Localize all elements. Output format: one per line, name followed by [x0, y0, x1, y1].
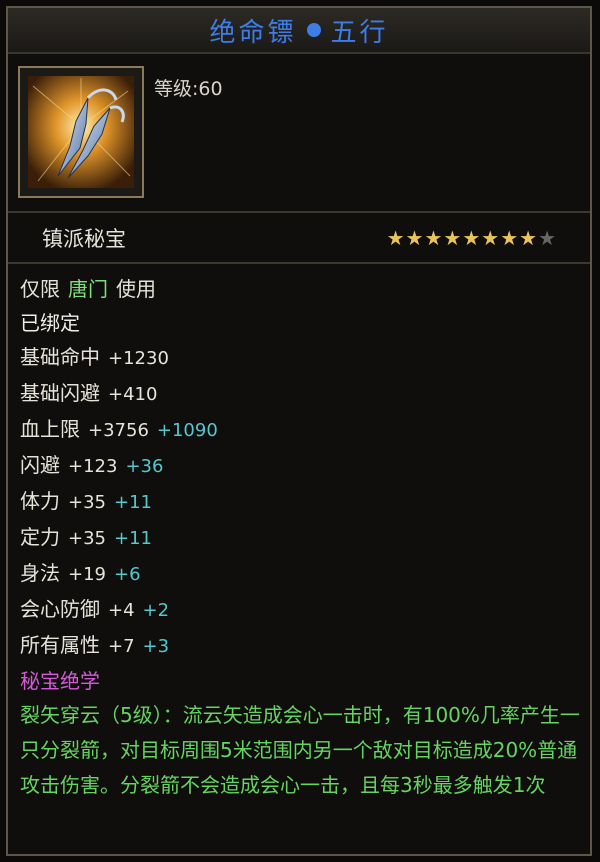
- stat-name: 基础命中: [20, 345, 100, 369]
- stat-name: 会心防御: [20, 597, 100, 621]
- stat-name: 基础闪避: [20, 381, 100, 405]
- stat-row: 基础命中 +1230: [20, 340, 580, 376]
- item-level: 等级:60: [154, 78, 223, 100]
- stat-base: +3756: [88, 420, 149, 441]
- star-icon: ★: [443, 226, 462, 250]
- stat-row: 血上限 +3756 +1090: [20, 412, 580, 448]
- stat-base: +7: [108, 636, 135, 657]
- star-icon: ★: [519, 226, 538, 250]
- stat-row: 会心防御 +4 +2: [20, 592, 580, 628]
- star-icon: ★: [424, 226, 443, 250]
- stat-row: 所有属性 +7 +3: [20, 628, 580, 664]
- title-bar: 绝命镖 五行: [8, 8, 590, 54]
- stat-bonus: +1090: [156, 420, 218, 441]
- stat-name: 血上限: [20, 417, 80, 441]
- star-icon: ★: [538, 226, 556, 250]
- stat-name: 闪避: [20, 453, 60, 477]
- stat-row: 定力 +35 +11: [20, 520, 580, 556]
- sect-name: 唐门: [68, 277, 108, 301]
- stat-base: +1230: [108, 348, 169, 369]
- stat-name: 所有属性: [20, 633, 100, 657]
- bound-status: 已绑定: [20, 311, 80, 335]
- stat-bonus: +6: [114, 564, 141, 585]
- stat-base: +35: [68, 528, 106, 549]
- stat-bonus: +36: [125, 456, 164, 477]
- star-icon: ★: [386, 226, 405, 250]
- item-name: 绝命镖: [209, 17, 297, 48]
- stat-row: 闪避 +123 +36: [20, 448, 580, 484]
- stat-base: +410: [108, 384, 158, 405]
- stat-base: +123: [68, 456, 118, 477]
- stat-bonus: +2: [142, 600, 170, 621]
- stat-list: 基础命中 +1230 基础闪避 +410 血上限 +3756 +1090 闪避 +123 +36 体…: [20, 340, 580, 664]
- stat-row: 体力 +35 +11: [20, 484, 580, 520]
- star-rating: ★ ★ ★ ★ ★ ★ ★ ★ ★: [387, 228, 556, 248]
- divider: [8, 211, 590, 213]
- star-icon: ★: [405, 226, 424, 250]
- stat-bonus: +3: [142, 636, 170, 657]
- skill-header: 秘宝绝学: [20, 669, 100, 693]
- item-series: 五行: [330, 17, 389, 48]
- class-restriction: 仅限 唐门 使用: [20, 277, 156, 301]
- throwing-dart-icon: [28, 76, 134, 188]
- stat-name: 定力: [20, 525, 60, 549]
- rarity-row: 镇派秘宝 ★ ★ ★ ★ ★ ★ ★ ★ ★: [8, 214, 590, 262]
- stat-base: +19: [68, 564, 106, 585]
- bullet-dot-icon: [306, 23, 321, 37]
- rarity-label: 镇派秘宝: [42, 227, 126, 251]
- stat-bonus: +11: [114, 492, 152, 513]
- stat-base: +35: [68, 492, 106, 513]
- stat-base: +4: [108, 600, 135, 621]
- attribute-list: 仅限 唐门 使用 已绑定 基础命中 +1230 基础闪避 +410 血上限 +3756 +109…: [20, 272, 580, 803]
- stat-name: 体力: [20, 489, 60, 513]
- stat-bonus: +11: [114, 528, 152, 549]
- stat-row: 身法 +19 +6: [20, 556, 580, 592]
- skill-description: 裂矢穿云（5级）：流云矢造成会心一击时，有100%几率产生一只分裂箭，对目标周围…: [20, 703, 580, 797]
- stat-row: 基础闪避 +410: [20, 376, 580, 412]
- item-icon-frame: [18, 66, 144, 198]
- star-icon: ★: [462, 226, 481, 250]
- star-icon: ★: [481, 226, 500, 250]
- divider: [8, 262, 590, 264]
- star-icon: ★: [500, 226, 519, 250]
- stat-name: 身法: [20, 561, 60, 585]
- item-tooltip: 绝命镖 五行 等级:60 镇派秘宝 ★ ★ ★ ★ ★ ★ ★ ★ ★ 仅限 唐…: [6, 6, 592, 856]
